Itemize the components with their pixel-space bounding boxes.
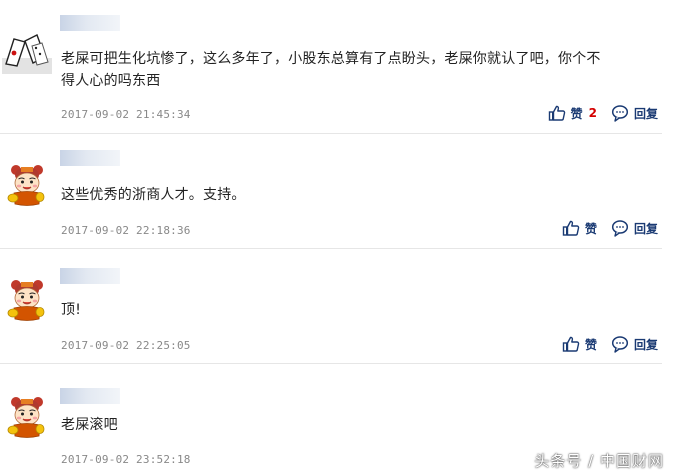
like-button[interactable]: 赞 xyxy=(562,219,597,237)
avatar[interactable] xyxy=(2,275,52,325)
reply-label: 回复 xyxy=(633,221,658,236)
comment-text-line: 老屎滚吧 xyxy=(61,417,118,433)
reply-button[interactable]: 回复 xyxy=(611,104,658,122)
comment-item: 这些优秀的浙商人才。支持。 2017-09-02 22:18:36 赞 回复 xyxy=(0,134,674,249)
like-button[interactable]: 赞 xyxy=(562,335,597,353)
comment-text: 这些优秀的浙商人才。支持。 xyxy=(61,184,246,206)
speech-bubble-icon xyxy=(611,104,629,122)
username[interactable] xyxy=(60,150,120,166)
reply-label: 回复 xyxy=(633,106,658,121)
comment-item: 顶! 2017-09-02 22:25:05 赞 回复 xyxy=(0,249,674,364)
comment-time: 2017-09-02 22:25:05 xyxy=(61,339,191,352)
reply-label: 回复 xyxy=(633,337,658,352)
reply-button[interactable]: 回复 xyxy=(611,219,658,237)
like-count: 2 xyxy=(588,106,597,120)
comment-text-line: 这些优秀的浙商人才。支持。 xyxy=(61,187,246,203)
thumbs-up-icon xyxy=(562,219,580,237)
reply-button[interactable]: 回复 xyxy=(611,335,658,353)
comment-time: 2017-09-02 23:52:18 xyxy=(61,453,191,466)
username[interactable] xyxy=(60,388,120,404)
avatar[interactable] xyxy=(2,392,52,442)
comment-time: 2017-09-02 21:45:34 xyxy=(61,108,191,121)
username[interactable] xyxy=(60,15,120,31)
like-label: 赞 xyxy=(584,221,597,236)
avatar[interactable] xyxy=(2,160,52,210)
like-label: 赞 xyxy=(584,337,597,352)
speech-bubble-icon xyxy=(611,219,629,237)
like-button[interactable]: 赞 2 xyxy=(548,104,597,122)
avatar[interactable] xyxy=(2,24,52,74)
like-label: 赞 xyxy=(570,106,583,121)
thumbs-up-icon xyxy=(548,104,566,122)
comment-actions: 赞 2 回复 xyxy=(548,104,658,122)
comment-list: 老屎可把生化坑惨了，这么多年了，小股东总算有了点盼头，老屎你就认了吧，你个不 得… xyxy=(0,0,674,475)
comment-item: 老屎可把生化坑惨了，这么多年了，小股东总算有了点盼头，老屎你就认了吧，你个不 得… xyxy=(0,0,674,134)
comment-text-line: 得人心的吗东西 xyxy=(61,73,161,89)
watermark: 头条号 / 中国财网 xyxy=(534,452,664,470)
comment-time: 2017-09-02 22:18:36 xyxy=(61,224,191,237)
comment-actions: 赞 回复 xyxy=(562,335,658,353)
comment-text: 老屎可把生化坑惨了，这么多年了，小股东总算有了点盼头，老屎你就认了吧，你个不 得… xyxy=(61,48,601,92)
comment-text-line: 顶! xyxy=(61,302,82,318)
comment-actions: 赞 回复 xyxy=(562,219,658,237)
username[interactable] xyxy=(60,268,120,284)
comment-text-line: 老屎可把生化坑惨了，这么多年了，小股东总算有了点盼头，老屎你就认了吧，你个不 xyxy=(61,51,601,67)
comment-text: 顶! xyxy=(61,299,81,321)
comment-text: 老屎滚吧 xyxy=(61,414,118,436)
speech-bubble-icon xyxy=(611,335,629,353)
thumbs-up-icon xyxy=(562,335,580,353)
